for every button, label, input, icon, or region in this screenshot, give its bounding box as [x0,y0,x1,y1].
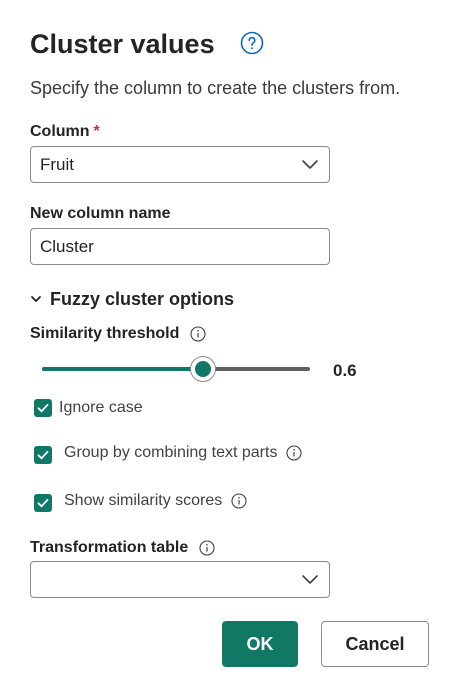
info-icon[interactable] [286,445,302,461]
info-icon[interactable] [231,493,247,509]
chevron-down-icon [31,296,41,302]
fuzzy-options-label: Fuzzy cluster options [50,289,235,309]
new-column-name-value: Cluster [40,237,94,256]
info-icon[interactable] [190,326,206,342]
transformation-table-dropdown[interactable] [30,561,330,598]
group-by-combining-text: Group by combining text parts [64,444,278,461]
help-icon[interactable] [240,31,264,55]
checkmark-icon [37,450,49,460]
dialog-title: Cluster values [30,29,215,59]
ignore-case-checkbox[interactable] [34,399,52,417]
checkmark-icon [37,403,49,413]
checkmark-icon [37,498,49,508]
group-by-combining-label: Group by combining text parts [64,442,302,464]
show-similarity-scores-label: Show similarity scores [64,490,247,512]
cancel-button[interactable]: Cancel [321,621,429,667]
column-dropdown[interactable]: Fruit [30,146,330,183]
similarity-threshold-value: 0.6 [333,361,357,380]
slider-thumb[interactable] [189,356,216,382]
show-similarity-scores-checkbox[interactable] [34,494,52,512]
info-icon[interactable] [199,540,215,556]
new-column-name-input[interactable]: Cluster [30,228,330,265]
transformation-table-label: Transformation table [30,537,215,559]
similarity-threshold-label: Similarity threshold [30,323,206,345]
chevron-down-icon [302,575,318,584]
dialog-subtitle: Specify the column to create the cluster… [30,78,401,98]
column-label-text: Column [30,123,90,140]
new-column-name-label: New column name [30,205,171,222]
fuzzy-options-toggle[interactable]: Fuzzy cluster options [30,287,234,311]
ignore-case-label: Ignore case [59,399,143,416]
group-by-combining-checkbox[interactable] [34,446,52,464]
slider-thumb-dot [194,361,211,377]
ok-button[interactable]: OK [222,621,298,667]
transformation-table-text: Transformation table [30,539,189,556]
slider-fill [42,367,203,371]
show-similarity-scores-text: Show similarity scores [64,492,223,509]
required-mark: * [93,123,100,140]
column-label: Column * [30,121,100,143]
similarity-threshold-text: Similarity threshold [30,325,180,342]
chevron-down-icon [302,160,318,169]
column-dropdown-value: Fruit [40,155,74,174]
